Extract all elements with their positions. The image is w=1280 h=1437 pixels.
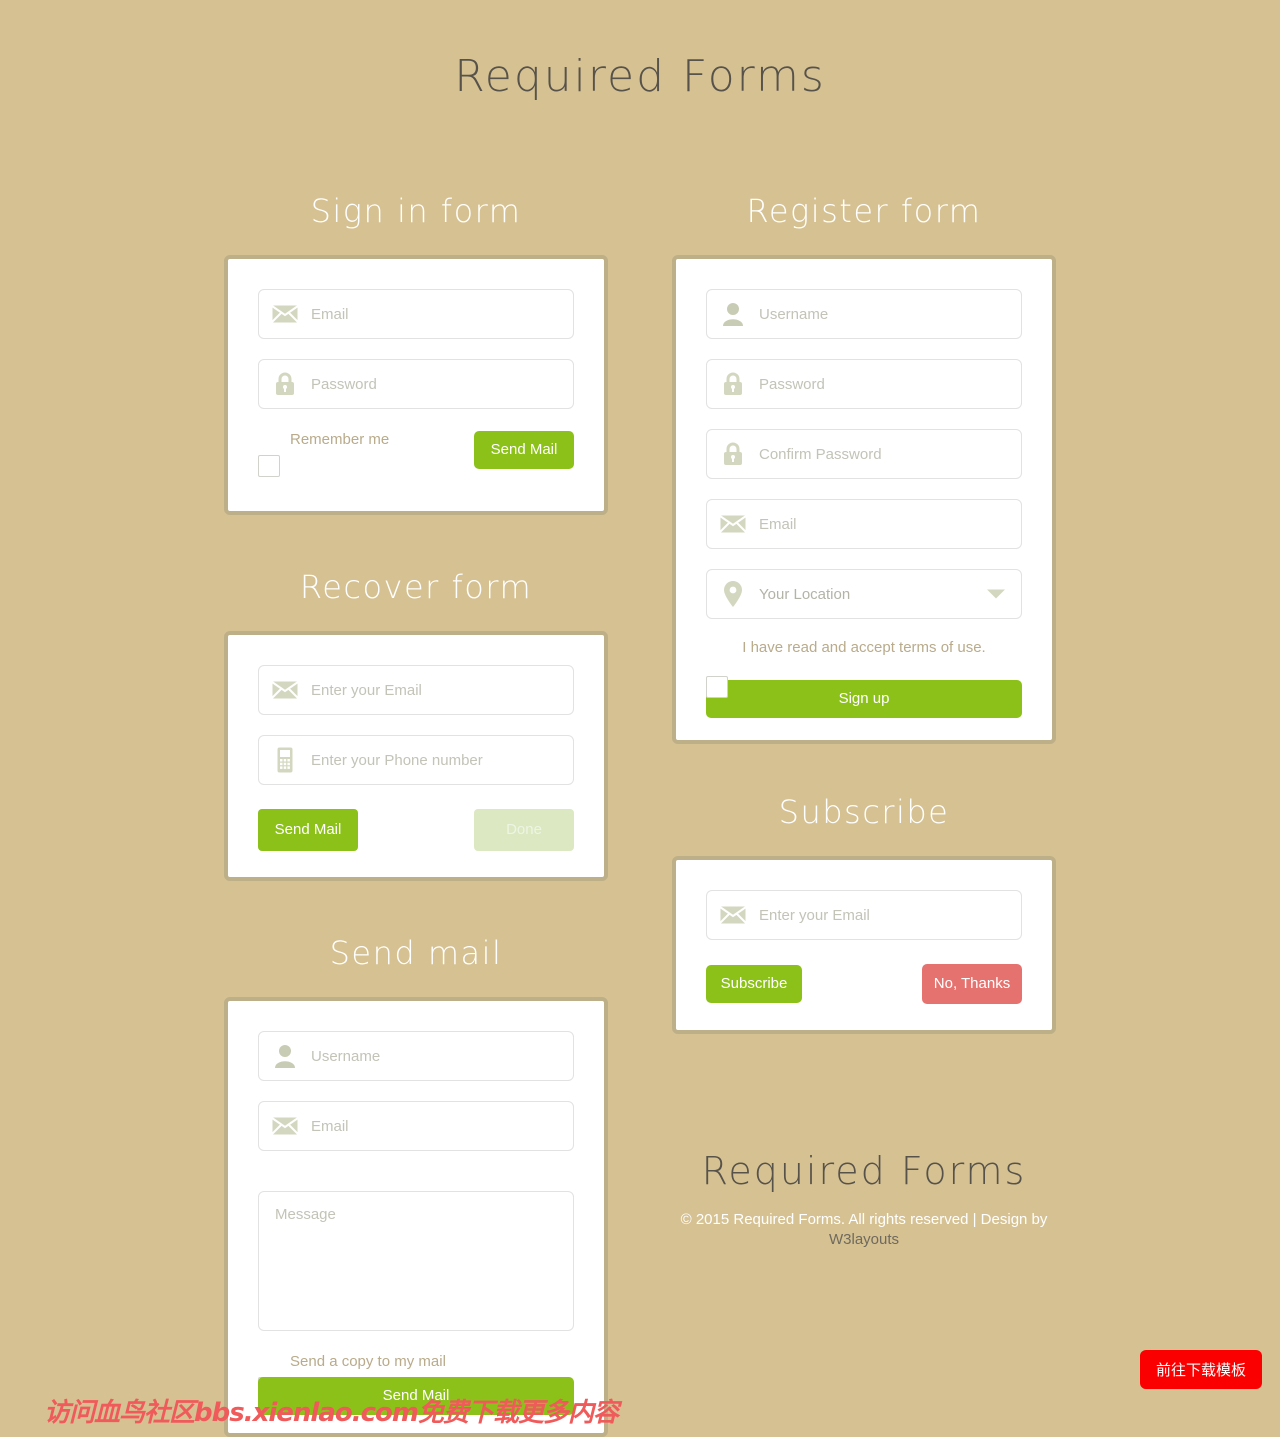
signin-heading: Sign in form xyxy=(310,192,522,230)
recover-phone-field[interactable]: Enter your Phone number xyxy=(258,735,574,785)
envelope-icon xyxy=(259,1117,311,1135)
register-username-placeholder: Username xyxy=(759,305,829,323)
sendmail-card: Username Email Message Send a copy to my… xyxy=(224,997,608,1437)
page-root: Required Forms Sign in form Email Passwo… xyxy=(0,0,1280,1437)
sendmail-section: Send mail Username Email Message Send a … xyxy=(224,937,608,1437)
page-title: Required Forms xyxy=(454,51,826,102)
register-heading: Register form xyxy=(746,192,982,230)
user-icon xyxy=(707,302,759,326)
register-signup-row: Sign up xyxy=(706,676,1022,718)
envelope-icon xyxy=(707,906,759,924)
footer: Required Forms © 2015 Required Forms. Al… xyxy=(672,1034,1056,1249)
user-icon xyxy=(259,1044,311,1068)
recover-heading-wrap: Recover form xyxy=(224,571,608,603)
subscribe-heading-wrap: Subscribe xyxy=(672,796,1056,828)
register-location-select[interactable]: Your Location xyxy=(706,569,1022,619)
subscribe-card: Enter your Email Subscribe No, Thanks xyxy=(672,856,1056,1034)
sendmail-email-placeholder: Email xyxy=(311,1117,349,1135)
sendmail-username-field[interactable]: Username xyxy=(258,1031,574,1081)
watermark-text: 访问血鸟社区bbs.xienlao.com免费下载更多内容 xyxy=(44,1398,619,1428)
subscribe-email-placeholder: Enter your Email xyxy=(759,906,870,924)
register-password-field[interactable]: Password xyxy=(706,359,1022,409)
recover-email-placeholder: Enter your Email xyxy=(311,681,422,699)
remember-me-label: Remember me xyxy=(290,431,390,448)
subscribe-section: Subscribe Enter your Email Subscribe No,… xyxy=(672,796,1056,1034)
recover-email-field[interactable]: Enter your Email xyxy=(258,665,574,715)
chevron-down-icon[interactable] xyxy=(987,589,1005,599)
lock-icon xyxy=(259,372,311,396)
sendmail-heading-wrap: Send mail xyxy=(224,937,608,969)
register-location-placeholder: Your Location xyxy=(759,585,851,603)
envelope-icon xyxy=(259,305,311,323)
subscribe-button[interactable]: Subscribe xyxy=(706,965,802,1003)
subscribe-email-field[interactable]: Enter your Email xyxy=(706,890,1022,940)
signin-password-field[interactable]: Password xyxy=(258,359,574,409)
right-column: Register form Username Password Confirm … xyxy=(672,195,1056,1249)
register-confirm-placeholder: Confirm Password xyxy=(759,445,882,463)
sendmail-heading: Send mail xyxy=(329,934,503,972)
signin-card: Email Password Remember me Send Mail xyxy=(224,255,608,515)
lock-icon xyxy=(707,442,759,466)
map-pin-icon xyxy=(707,581,759,607)
signin-section: Sign in form Email Password Remember me … xyxy=(224,195,608,515)
recover-card: Enter your Email Enter your Phone number… xyxy=(224,631,608,881)
download-template-button[interactable]: 前往下载模板 xyxy=(1139,1350,1262,1389)
register-terms-label: I have read and accept terms of use. xyxy=(742,639,986,656)
forms-grid: Sign in form Email Password Remember me … xyxy=(0,99,1280,1437)
mobile-phone-icon xyxy=(259,747,311,773)
remember-me-checkbox[interactable] xyxy=(258,455,280,477)
signin-email-placeholder: Email xyxy=(311,305,349,323)
signin-password-placeholder: Password xyxy=(311,375,377,393)
register-section: Register form Username Password Confirm … xyxy=(672,195,1056,744)
recover-heading: Recover form xyxy=(299,568,533,606)
signin-submit-button[interactable]: Send Mail xyxy=(474,431,574,469)
subscribe-button-row: Subscribe No, Thanks xyxy=(706,964,1022,1004)
sendmail-message-textarea[interactable]: Message xyxy=(258,1191,574,1331)
signin-remember-row: Remember me Send Mail xyxy=(258,431,574,485)
recover-send-button[interactable]: Send Mail xyxy=(258,809,358,851)
footer-brand-link[interactable]: W3layouts xyxy=(829,1231,899,1248)
register-card: Username Password Confirm Password Email… xyxy=(672,255,1056,744)
footer-logo: Required Forms xyxy=(701,1149,1027,1193)
envelope-icon xyxy=(259,681,311,699)
subscribe-decline-button[interactable]: No, Thanks xyxy=(922,964,1022,1004)
send-copy-label: Send a copy to my mail xyxy=(290,1353,446,1370)
footer-copyright: © 2015 Required Forms. All rights reserv… xyxy=(672,1210,1056,1249)
lock-icon xyxy=(707,372,759,396)
terms-checkbox[interactable] xyxy=(706,676,728,698)
signin-email-field[interactable]: Email xyxy=(258,289,574,339)
recover-button-row: Send Mail Done xyxy=(258,809,574,851)
sendmail-username-placeholder: Username xyxy=(311,1047,381,1065)
register-email-placeholder: Email xyxy=(759,515,797,533)
subscribe-heading: Subscribe xyxy=(778,793,950,831)
register-password-placeholder: Password xyxy=(759,375,825,393)
signin-heading-wrap: Sign in form xyxy=(224,195,608,227)
sendmail-email-field[interactable]: Email xyxy=(258,1101,574,1151)
register-confirm-field[interactable]: Confirm Password xyxy=(706,429,1022,479)
envelope-icon xyxy=(707,515,759,533)
left-column: Sign in form Email Password Remember me … xyxy=(224,195,608,1437)
register-username-field[interactable]: Username xyxy=(706,289,1022,339)
recover-phone-placeholder: Enter your Phone number xyxy=(311,751,483,769)
register-heading-wrap: Register form xyxy=(672,195,1056,227)
register-email-field[interactable]: Email xyxy=(706,499,1022,549)
footer-copyright-text: © 2015 Required Forms. All rights reserv… xyxy=(680,1211,1048,1228)
register-submit-button[interactable]: Sign up xyxy=(706,680,1022,718)
recover-done-button[interactable]: Done xyxy=(474,809,574,851)
recover-section: Recover form Enter your Email Enter your… xyxy=(224,571,608,881)
